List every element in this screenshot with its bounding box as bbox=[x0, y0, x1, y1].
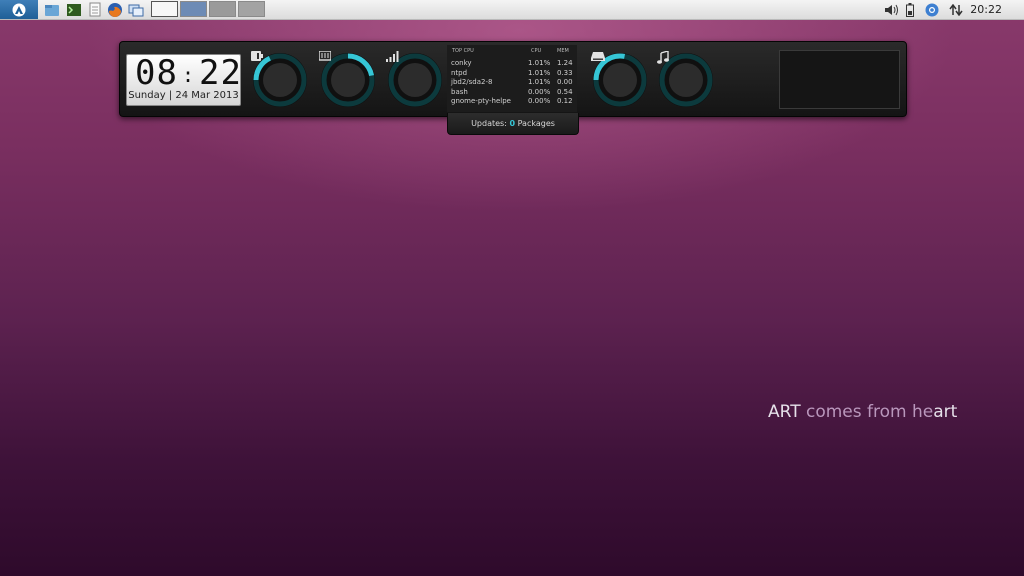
table-row: conky 1.01% 1.24 bbox=[451, 59, 575, 68]
chromium-icon[interactable] bbox=[923, 0, 941, 19]
battery-gauge bbox=[251, 51, 309, 109]
text-editor-icon[interactable] bbox=[87, 2, 103, 17]
slogan-part-1: ART bbox=[768, 402, 801, 422]
network-icon[interactable] bbox=[947, 0, 965, 19]
window-switcher-icon[interactable] bbox=[128, 2, 144, 17]
process-mem: 0.12 bbox=[557, 97, 573, 105]
process-name: conky bbox=[451, 59, 472, 67]
process-name: bash bbox=[451, 87, 468, 96]
clock-separator: : bbox=[181, 62, 195, 87]
menu-logo-icon[interactable] bbox=[0, 0, 38, 19]
updates-status: Updates: 0 Packages bbox=[447, 113, 579, 135]
table-row: jbd2/sda2-8 1.01% 0.00 bbox=[451, 78, 575, 87]
firefox-icon[interactable] bbox=[107, 2, 123, 17]
process-cpu: 1.01% bbox=[528, 78, 551, 86]
table-row: gnome-pty-helpe 0.00% 0.12 bbox=[451, 97, 575, 106]
process-name: ntpd bbox=[451, 68, 468, 77]
process-mem: 0.54 bbox=[557, 87, 573, 96]
file-manager-icon[interactable] bbox=[44, 2, 60, 17]
wallpaper-slogan: ART comes from heart bbox=[768, 402, 957, 422]
volume-icon[interactable] bbox=[883, 0, 901, 19]
process-mem: 0.00 bbox=[557, 78, 573, 86]
process-cpu: 0.00% bbox=[528, 87, 551, 96]
table-row: bash 0.00% 0.54 bbox=[451, 88, 575, 97]
workspace-3[interactable] bbox=[209, 1, 236, 17]
process-cpu: 1.01% bbox=[528, 68, 551, 77]
process-mem: 0.33 bbox=[557, 68, 573, 77]
memory-icon bbox=[319, 51, 377, 109]
clock-date: Sunday | 24 Mar 2013 bbox=[128, 90, 239, 101]
battery-icon[interactable] bbox=[904, 0, 916, 19]
updates-label: Updates: bbox=[471, 119, 507, 128]
workspace-1[interactable] bbox=[151, 1, 178, 17]
updates-unit: Packages bbox=[517, 119, 555, 128]
signal-icon bbox=[386, 51, 444, 109]
signal-gauge bbox=[386, 51, 444, 109]
album-art-box bbox=[779, 50, 900, 109]
music-gauge bbox=[657, 51, 715, 109]
battery-icon bbox=[251, 51, 309, 109]
disk-gauge bbox=[591, 51, 649, 109]
process-cpu: 1.01% bbox=[528, 59, 551, 67]
memory-gauge bbox=[319, 51, 377, 109]
slogan-part-2: comes from he bbox=[800, 402, 934, 422]
music-icon bbox=[657, 51, 715, 109]
mem-header: MEM bbox=[557, 48, 569, 54]
cpu-header: CPU bbox=[531, 48, 542, 54]
top-cpu-table: TOP CPU CPU MEM conky 1.01% 1.24 ntpd 1.… bbox=[447, 45, 577, 112]
process-mem: 1.24 bbox=[557, 59, 573, 67]
clock-minute: 22 bbox=[199, 53, 242, 93]
panel-clock[interactable]: 20:22 bbox=[970, 3, 1002, 16]
clock-digits: 08:22 bbox=[135, 55, 242, 93]
updates-count: 0 bbox=[509, 119, 516, 128]
terminal-icon[interactable] bbox=[66, 2, 82, 17]
workspace-4[interactable] bbox=[238, 1, 265, 17]
top-cpu-header: TOP CPU bbox=[452, 48, 474, 54]
clock-hour: 08 bbox=[135, 53, 178, 93]
disk-icon bbox=[591, 51, 649, 109]
process-cpu: 0.00% bbox=[528, 97, 551, 105]
process-name: gnome-pty-helpe bbox=[451, 97, 511, 105]
table-row: ntpd 1.01% 0.33 bbox=[451, 69, 575, 78]
clock-widget: 08:22 Sunday | 24 Mar 2013 bbox=[126, 54, 241, 106]
slogan-part-3: art bbox=[933, 402, 958, 422]
top-panel: 20:22 bbox=[0, 0, 1024, 20]
process-name: jbd2/sda2-8 bbox=[451, 78, 493, 86]
workspace-2[interactable] bbox=[180, 1, 207, 17]
